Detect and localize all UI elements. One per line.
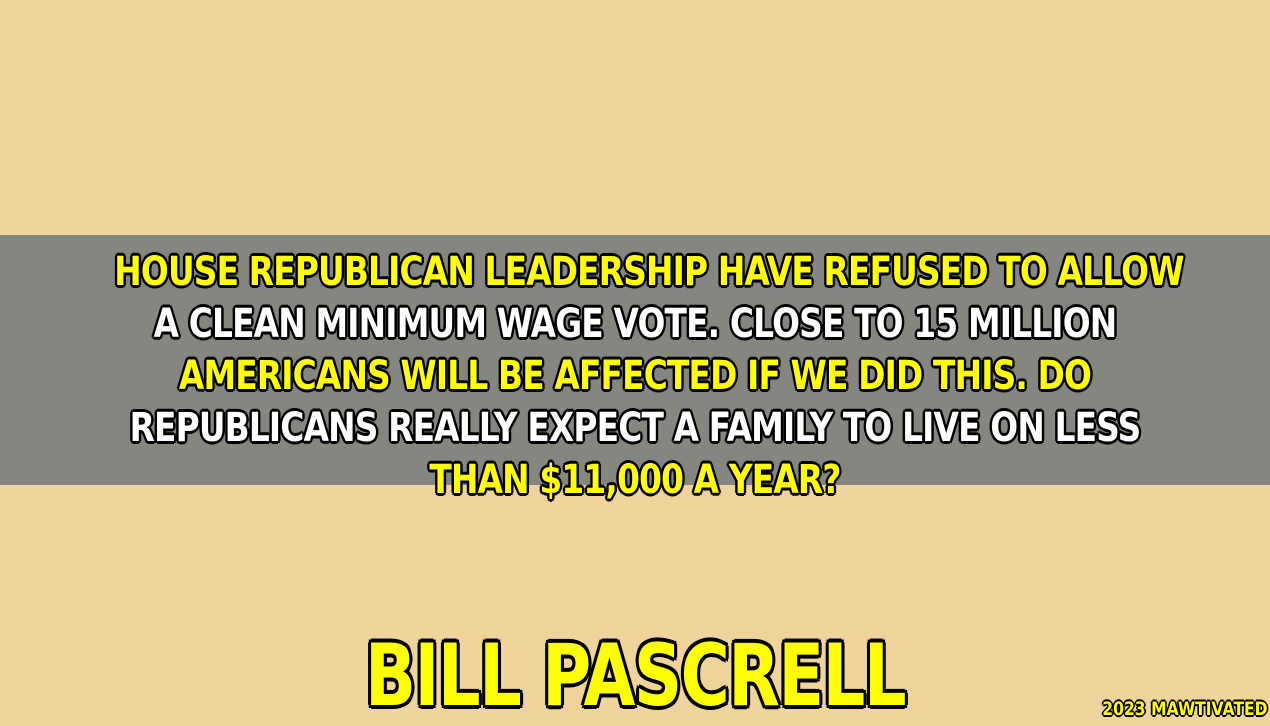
quote-text: HOUSE REPUBLICAN LEADERSHIP HAVE REFUSED… <box>113 246 1185 506</box>
quote-line-5: THAN $11,000 A YEAR? <box>429 456 843 504</box>
quote-line-2: A CLEAN MINIMUM WAGE VOTE. CLOSE TO 15 M… <box>153 300 1118 348</box>
quote-author: BILL PASCRELL <box>364 626 907 726</box>
quote-line-3: AMERICANS WILL BE AFFECTED IF WE DID THI… <box>178 352 1093 400</box>
quote-line-1: HOUSE REPUBLICAN LEADERSHIP HAVE REFUSED… <box>113 248 1185 296</box>
watermark-credit: 2023 MAWTIVATED <box>1102 698 1268 720</box>
quote-line-4: REPUBLICANS REALLY EXPECT A FAMILY TO LI… <box>129 404 1142 452</box>
